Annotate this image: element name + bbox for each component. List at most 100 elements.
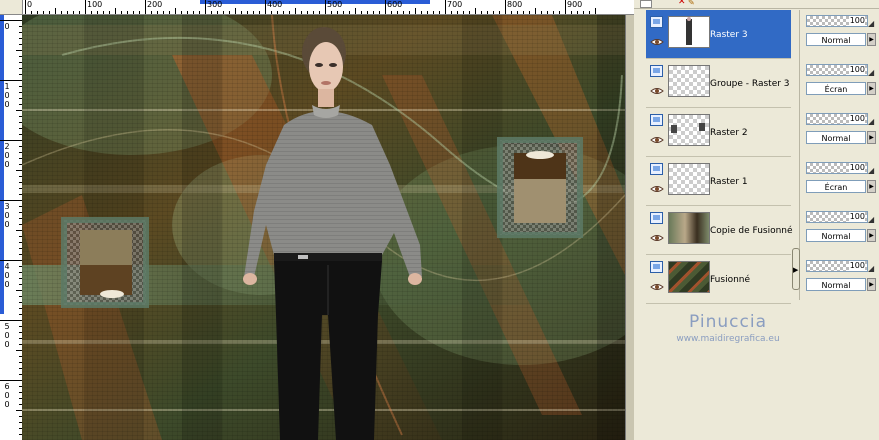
ruler-tick: [85, 0, 86, 14]
layer-name: Raster 2: [710, 128, 748, 138]
ruler-tick: [0, 140, 22, 141]
opacity-slider[interactable]: 100: [806, 15, 868, 27]
ruler-tick: [121, 11, 122, 14]
ruler-tick: [511, 11, 512, 14]
watermark-url: www.maidiregrafica.eu: [676, 334, 780, 344]
ruler-tick: [73, 11, 74, 14]
slider-corner-icon[interactable]: ◢: [868, 264, 874, 273]
opacity-slider[interactable]: 100: [806, 260, 868, 272]
canvas-artwork: [22, 15, 625, 440]
ruler-label: 500: [327, 0, 343, 9]
ruler-label: 600: [4, 382, 10, 409]
ruler-tick: [445, 0, 446, 14]
ruler-tick: [307, 11, 308, 14]
layer-row[interactable]: Fusionné: [646, 255, 791, 304]
blend-dropdown-arrow-icon[interactable]: ▶: [867, 82, 876, 95]
slider-corner-icon[interactable]: ◢: [868, 215, 874, 224]
ruler-tick: [91, 11, 92, 14]
layer-properties: 100 ◢ Normal ▶: [804, 206, 876, 254]
ruler-tick: [451, 11, 452, 14]
blend-dropdown-arrow-icon[interactable]: ▶: [867, 33, 876, 46]
layer-thumbnail: [668, 114, 710, 146]
layer-row[interactable]: Groupe - Raster 3: [646, 59, 791, 108]
ruler-corner: [0, 0, 23, 15]
ruler-tick: [529, 11, 530, 14]
ruler-tick: [0, 20, 22, 21]
slider-corner-icon[interactable]: ◢: [868, 68, 874, 77]
opacity-slider[interactable]: 100: [806, 64, 868, 76]
opacity-value: 100: [848, 114, 865, 124]
ruler-tick: [205, 0, 206, 14]
mask-icon[interactable]: ✎: [688, 0, 695, 7]
ruler-tick: [523, 11, 524, 14]
new-layer-icon[interactable]: [640, 0, 652, 8]
ruler-tick: [0, 320, 22, 321]
blend-dropdown-arrow-icon[interactable]: ▶: [867, 180, 876, 193]
ruler-tick: [355, 8, 356, 14]
ruler-tick: [25, 0, 26, 14]
blend-mode-select[interactable]: Normal: [806, 229, 866, 242]
slider-corner-icon[interactable]: ◢: [868, 166, 874, 175]
ruler-tick: [79, 11, 80, 14]
blend-dropdown-arrow-icon[interactable]: ▶: [867, 278, 876, 291]
opacity-slider[interactable]: 100: [806, 211, 868, 223]
ruler-tick: [331, 11, 332, 14]
ruler-tick: [289, 11, 290, 14]
ruler-tick: [373, 11, 374, 14]
eye-icon[interactable]: [650, 136, 664, 144]
ruler-tick: [157, 11, 158, 14]
raster-layer-icon: [650, 163, 663, 175]
eye-icon[interactable]: [650, 234, 664, 242]
ruler-tick: [463, 11, 464, 14]
raster-layer-icon: [650, 16, 663, 28]
layer-properties: 100 ◢ Écran ▶: [804, 157, 876, 205]
layer-row[interactable]: Raster 3: [646, 10, 791, 59]
ruler-tick: [0, 80, 22, 81]
raster-layer-icon: [650, 114, 663, 126]
layer-row[interactable]: Copie de Fusionné: [646, 206, 793, 255]
ruler-label: 0: [27, 0, 33, 9]
ruler-tick: [391, 11, 392, 14]
vertical-ruler: 0 100 200 300 400 500 600: [0, 14, 23, 440]
blend-mode-select[interactable]: Normal: [806, 131, 866, 144]
layer-properties: 100 ◢ Normal ▶: [804, 10, 876, 58]
ruler-tick: [313, 11, 314, 14]
blend-dropdown-arrow-icon[interactable]: ▶: [867, 131, 876, 144]
eye-icon[interactable]: [650, 87, 664, 95]
left-frame: [61, 217, 149, 308]
ruler-tick: [163, 11, 164, 14]
opacity-value: 100: [848, 212, 865, 222]
eye-icon[interactable]: [650, 283, 664, 291]
ruler-tick: [247, 11, 248, 14]
blend-dropdown-arrow-icon[interactable]: ▶: [867, 229, 876, 242]
ruler-tick: [31, 11, 32, 14]
opacity-slider[interactable]: 100: [806, 162, 868, 174]
ruler-tick: [577, 11, 578, 14]
blend-mode-select[interactable]: Normal: [806, 33, 866, 46]
ruler-label: 100: [4, 82, 10, 109]
blend-mode-select[interactable]: Écran: [806, 180, 866, 193]
ruler-tick: [421, 11, 422, 14]
opacity-slider[interactable]: 100: [806, 113, 868, 125]
blend-mode-select[interactable]: Normal: [806, 278, 866, 291]
layer-row[interactable]: Raster 2: [646, 108, 791, 157]
slider-corner-icon[interactable]: ◢: [868, 19, 874, 28]
ruler-tick: [145, 0, 146, 14]
eye-icon[interactable]: [650, 185, 664, 193]
ruler-tick: [133, 11, 134, 14]
image-canvas[interactable]: [22, 15, 625, 440]
opacity-value: 100: [848, 261, 865, 271]
ruler-tick: [337, 11, 338, 14]
ruler-tick: [0, 200, 22, 201]
ruler-tick: [181, 11, 182, 14]
delete-layer-icon[interactable]: ✕: [678, 0, 686, 7]
layer-row[interactable]: Raster 1: [646, 157, 791, 206]
layer-thumbnail: [668, 261, 710, 293]
ruler-tick: [385, 0, 386, 14]
ruler-label: 100: [87, 0, 103, 9]
eye-icon[interactable]: [650, 38, 664, 46]
slider-corner-icon[interactable]: ◢: [868, 117, 874, 126]
collapse-arrow-icon[interactable]: ▶: [793, 266, 798, 274]
blend-mode-select[interactable]: Écran: [806, 82, 866, 95]
ruler-tick: [187, 11, 188, 14]
